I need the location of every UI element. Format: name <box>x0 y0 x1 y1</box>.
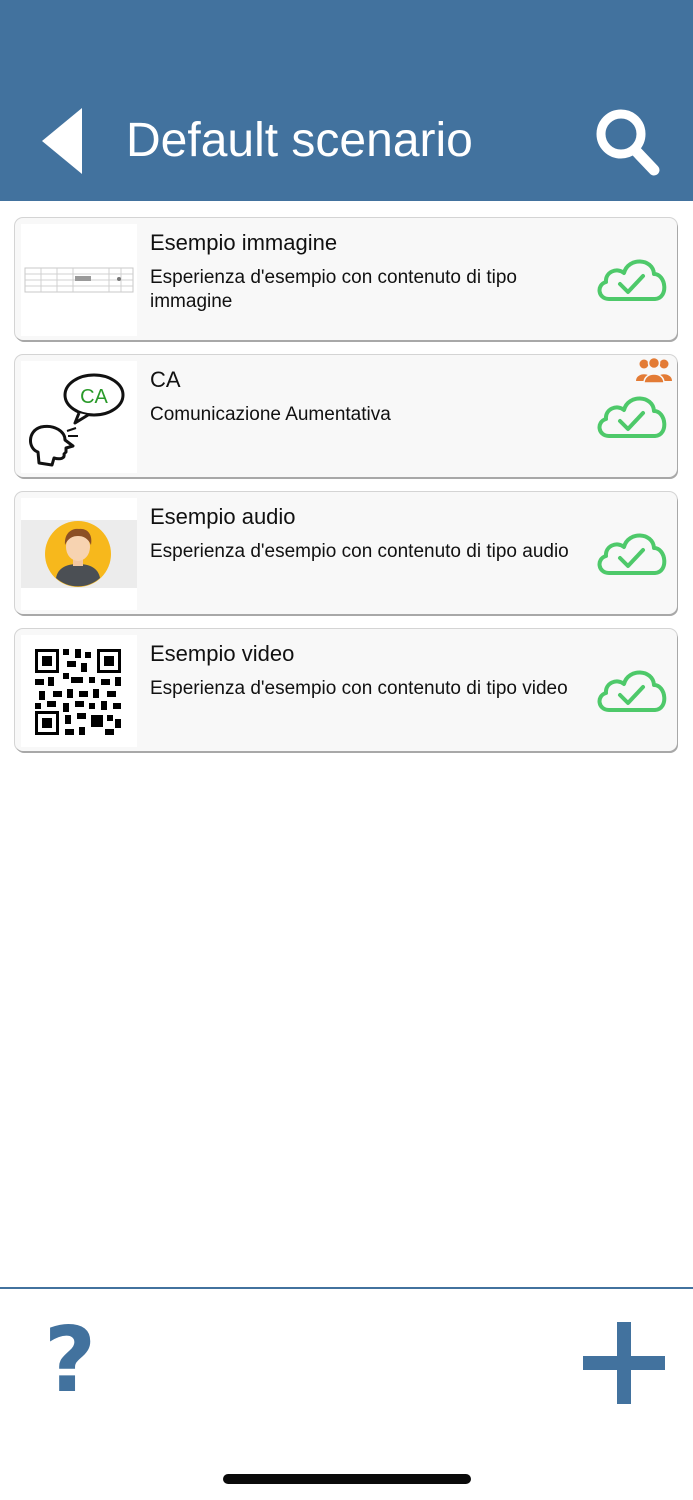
image-thumbnail <box>21 224 137 336</box>
add-button[interactable] <box>581 1320 667 1406</box>
experience-title: Esempio video <box>150 641 295 666</box>
group-icon <box>636 357 672 383</box>
search-icon <box>596 109 660 176</box>
qr-code-thumbnail <box>21 635 137 747</box>
cloud-check-icon <box>597 259 667 301</box>
search-button[interactable] <box>592 104 664 180</box>
cloud-check-icon <box>597 533 667 575</box>
ca-bubble-text: CA <box>80 386 108 408</box>
avatar-thumbnail <box>21 498 137 610</box>
home-indicator <box>223 1474 471 1484</box>
help-icon: ? <box>43 1308 97 1413</box>
footer-divider <box>0 1287 693 1289</box>
experience-card[interactable]: Esempio immagine Esperienza d'esempio co… <box>15 218 677 340</box>
experience-description: Esperienza d'esempio con contenuto di ti… <box>150 267 517 312</box>
experience-description: Esperienza d'esempio con contenuto di ti… <box>150 678 568 699</box>
experience-list: Esempio immagine Esperienza d'esempio co… <box>15 218 677 766</box>
experience-card[interactable]: Esempio video Esperienza d'esempio con c… <box>15 629 677 751</box>
cloud-check-icon <box>597 396 667 438</box>
experience-card[interactable]: CA CA Comunicazione Aumentativa <box>15 355 677 477</box>
experience-title: Esempio audio <box>150 504 296 529</box>
app-header: Default scenario <box>0 0 693 201</box>
plus-icon <box>583 1322 665 1404</box>
help-button[interactable]: ? <box>40 1316 100 1406</box>
back-button[interactable] <box>36 106 90 176</box>
experience-description: Esperienza d'esempio con contenuto di ti… <box>150 541 569 562</box>
speech-bubble-thumbnail: CA <box>21 361 137 473</box>
experience-title: CA <box>150 367 181 392</box>
cloud-check-icon <box>597 670 667 712</box>
experience-description: Comunicazione Aumentativa <box>150 404 391 425</box>
back-triangle-icon <box>42 108 82 174</box>
experience-title: Esempio immagine <box>150 230 338 255</box>
experience-card[interactable]: Esempio audio Esperienza d'esempio con c… <box>15 492 677 614</box>
page-title: Default scenario <box>126 114 473 167</box>
